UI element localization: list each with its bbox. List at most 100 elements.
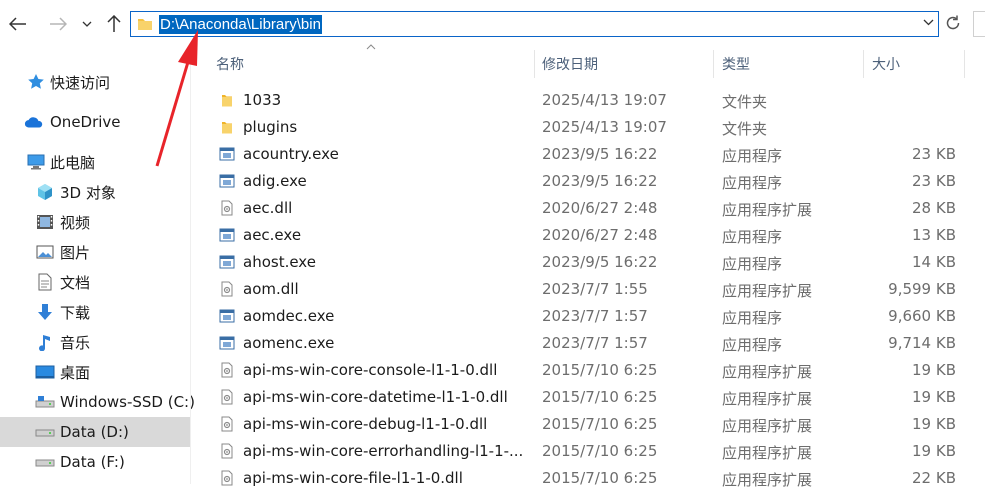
arrow-up-icon [107, 15, 121, 32]
sidebar-item-label: 图片 [60, 243, 91, 262]
sidebar-item-label: Windows-SSD (C:) [60, 393, 195, 411]
sidebar-item-quick-access[interactable]: 快速访问 [0, 67, 190, 97]
sidebar-item-music[interactable]: 音乐 [0, 327, 190, 357]
application-icon [219, 173, 235, 189]
sidebar-item-this-pc[interactable]: 此电脑 [0, 147, 190, 177]
file-row[interactable]: plugins 2025/4/13 19:07 文件夹 [191, 114, 985, 141]
sidebar-item-onedrive[interactable]: OneDrive [0, 107, 190, 137]
application-icon [219, 254, 235, 270]
file-name: api-ms-win-core-file-l1-1-0.dll [243, 469, 463, 487]
refresh-button[interactable] [943, 13, 965, 35]
column-header-type[interactable]: 类型 [722, 48, 862, 80]
file-row[interactable]: api-ms-win-core-debug-l1-1-0.dll 2015/7/1… [191, 411, 985, 438]
file-type: 应用程序 [722, 228, 783, 246]
forward-button[interactable] [46, 12, 70, 36]
sidebar-item-drive-c[interactable]: Windows-SSD (C:) [0, 387, 195, 417]
download-arrow-icon [35, 302, 55, 322]
column-resize-handle[interactable] [863, 50, 864, 78]
file-row[interactable]: aec.dll 2020/6/27 2:48 应用程序扩展 28 KB [191, 195, 985, 222]
sidebar-item-drive-d[interactable]: Data (D:) [0, 417, 190, 447]
file-row[interactable]: api-ms-win-core-errorhandling-l1-1-... 20… [191, 438, 985, 465]
column-header-label: 修改日期 [542, 57, 598, 73]
file-date: 2020/6/27 2:48 [542, 226, 658, 244]
file-name: aomenc.exe [243, 334, 335, 352]
file-date: 2015/7/10 6:25 [542, 415, 658, 433]
file-row[interactable]: aomdec.exe 2023/7/7 1:57 应用程序 9,660 KB [191, 303, 985, 330]
file-name: api-ms-win-core-debug-l1-1-0.dll [243, 415, 488, 433]
column-resize-handle[interactable] [964, 50, 965, 78]
address-bar[interactable]: D:\Anaconda\Library\bin [130, 11, 939, 37]
file-type: 应用程序扩展 [722, 444, 813, 462]
file-row[interactable]: api-ms-win-core-file-l1-1-0.dll 2015/7/10… [191, 465, 985, 492]
search-box[interactable] [973, 11, 985, 37]
file-row[interactable]: acountry.exe 2023/9/5 16:22 应用程序 23 KB [191, 141, 985, 168]
file-row[interactable]: api-ms-win-core-console-l1-1-0.dll 2015/7… [191, 357, 985, 384]
file-date: 2023/7/7 1:57 [542, 307, 648, 325]
cloud-icon [24, 112, 44, 132]
file-size: 19 KB [912, 415, 956, 433]
sidebar-item-label: Data (F:) [60, 453, 125, 471]
dll-file-icon [219, 200, 235, 216]
document-icon [35, 272, 55, 292]
file-row[interactable]: aom.dll 2023/7/7 1:55 应用程序扩展 9,599 KB [191, 276, 985, 303]
sidebar-item-pictures[interactable]: 图片 [0, 237, 190, 267]
navigation-toolbar: D:\Anaconda\Library\bin [0, 0, 985, 48]
file-row[interactable]: aec.exe 2020/6/27 2:48 应用程序 13 KB [191, 222, 985, 249]
dll-file-icon [219, 416, 235, 432]
application-icon [219, 335, 235, 351]
sidebar-item-documents[interactable]: 文档 [0, 267, 190, 297]
file-name: aomdec.exe [243, 307, 335, 325]
file-size: 13 KB [912, 226, 956, 244]
picture-icon [35, 242, 55, 262]
file-date: 2015/7/10 6:25 [542, 469, 658, 487]
file-type: 应用程序 [722, 255, 783, 273]
sidebar-item-desktop[interactable]: 桌面 [0, 357, 190, 387]
chevron-down-icon [923, 19, 934, 26]
file-row[interactable]: api-ms-win-core-datetime-l1-1-0.dll 2015/… [191, 384, 985, 411]
recent-locations-button[interactable] [77, 12, 97, 36]
file-size: 19 KB [912, 442, 956, 460]
sidebar-item-downloads[interactable]: 下载 [0, 297, 190, 327]
sidebar-item-label: 视频 [60, 213, 91, 232]
application-icon [219, 308, 235, 324]
file-date: 2020/6/27 2:48 [542, 199, 658, 217]
column-header-size[interactable]: 大小 [872, 48, 964, 80]
desktop-icon [35, 362, 55, 382]
sidebar-item-label: 音乐 [60, 333, 91, 352]
file-date: 2015/7/10 6:25 [542, 442, 658, 460]
music-note-icon [35, 332, 55, 352]
dll-file-icon [219, 389, 235, 405]
file-name: ahost.exe [243, 253, 316, 271]
file-type: 应用程序 [722, 336, 783, 354]
sidebar-item-videos[interactable]: 视频 [0, 207, 190, 237]
application-icon [219, 227, 235, 243]
file-row[interactable]: aomenc.exe 2023/7/7 1:57 应用程序 9,714 KB [191, 330, 985, 357]
sidebar-item-drive-f[interactable]: Data (F:) [0, 447, 190, 477]
file-row[interactable]: ahost.exe 2023/9/5 16:22 应用程序 14 KB [191, 249, 985, 276]
file-type: 应用程序扩展 [722, 390, 813, 408]
sidebar-item-label: Data (D:) [60, 423, 129, 441]
column-resize-handle[interactable] [713, 50, 714, 78]
sidebar-item-3d-objects[interactable]: 3D 对象 [0, 177, 190, 207]
file-size: 22 KB [912, 469, 956, 487]
dll-file-icon [219, 362, 235, 378]
file-type: 应用程序扩展 [722, 282, 813, 300]
sidebar-item-label: 桌面 [60, 363, 91, 382]
file-date: 2023/9/5 16:22 [542, 172, 658, 190]
back-button[interactable] [6, 12, 30, 36]
column-header-label: 大小 [872, 57, 900, 73]
column-header-name[interactable]: 名称 [216, 48, 534, 80]
file-row[interactable]: adig.exe 2023/9/5 16:22 应用程序 23 KB [191, 168, 985, 195]
sidebar-item-label: 3D 对象 [60, 183, 116, 202]
column-header-label: 名称 [216, 57, 244, 73]
up-button[interactable] [102, 12, 126, 36]
file-row[interactable]: 1033 2025/4/13 19:07 文件夹 [191, 87, 985, 114]
cube-icon [35, 182, 55, 202]
file-size: 19 KB [912, 388, 956, 406]
column-header-date[interactable]: 修改日期 [542, 48, 712, 80]
address-path-text[interactable]: D:\Anaconda\Library\bin [159, 15, 322, 34]
file-size: 9,599 KB [888, 280, 956, 298]
computer-icon [26, 152, 46, 172]
column-resize-handle[interactable] [534, 50, 535, 78]
file-name: 1033 [243, 91, 282, 109]
